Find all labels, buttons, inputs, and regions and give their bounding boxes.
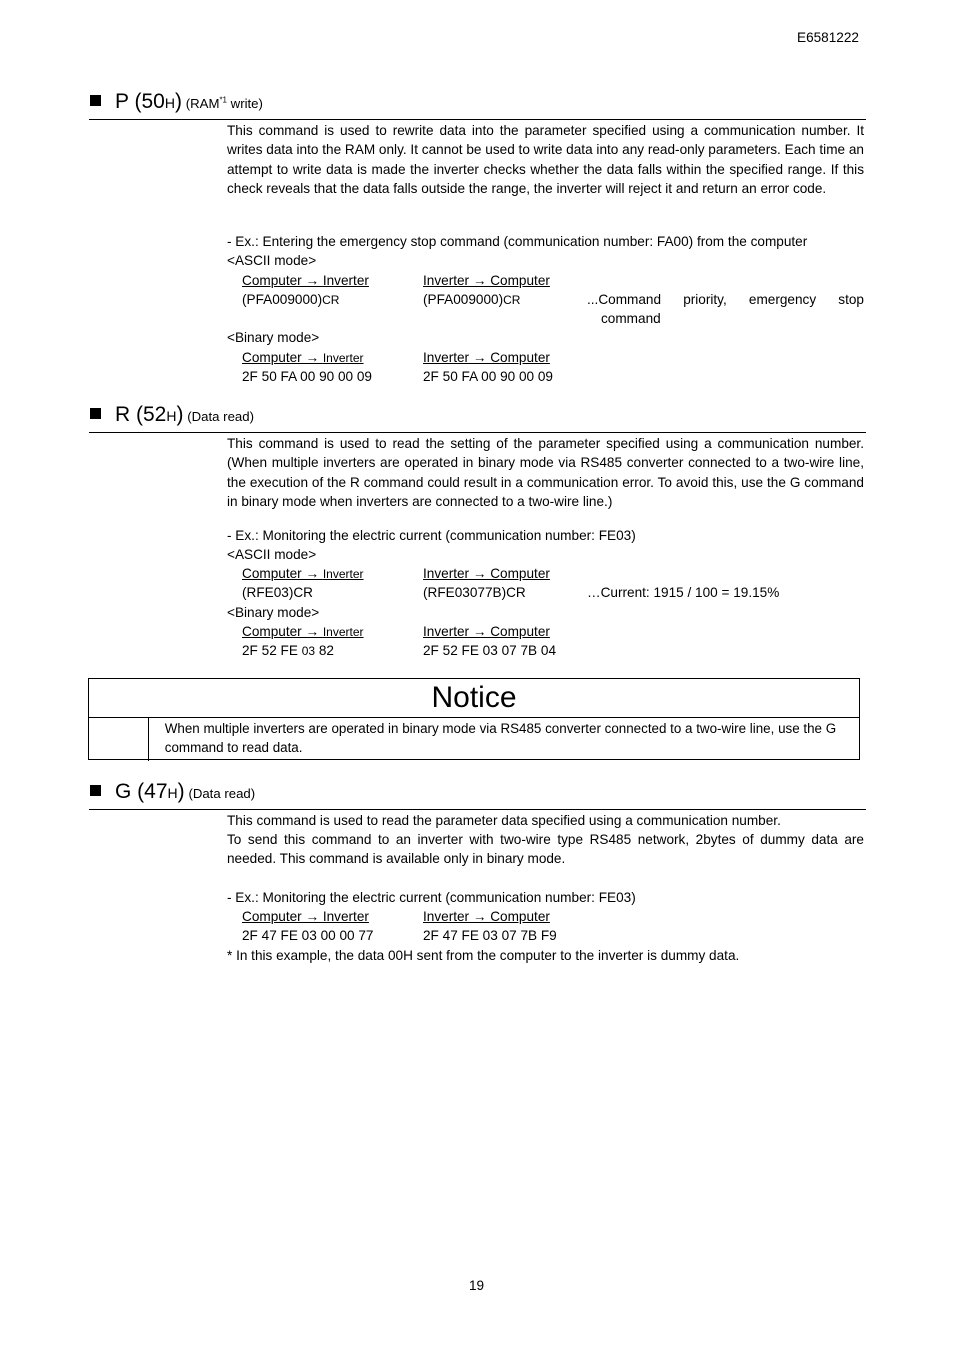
ascii-sent-value: (PFA009000)CR: [242, 290, 339, 310]
header-text: Inverter: [322, 625, 364, 639]
hex-suffix: H: [164, 95, 175, 111]
column-header-inverter-to-computer: Inverter → Computer: [423, 566, 550, 581]
ascii-sent-value: (RFE03)CR: [242, 585, 313, 600]
example-title: - Ex.: Monitoring the electric current (…: [227, 890, 636, 905]
square-bullet-icon: [90, 785, 101, 796]
binary-response-value: 2F 50 FA 00 90 00 09: [423, 369, 553, 384]
subtitle-text: (RAM: [185, 96, 220, 111]
description: This command is used to read the setting…: [227, 436, 864, 510]
notice-text: When multiple inverters are operated in …: [164, 721, 837, 756]
cr-marker: CR: [503, 293, 521, 307]
footnote-marker: *1: [219, 95, 227, 105]
example-title: - Ex.: Monitoring the electric current (…: [227, 528, 636, 543]
command-subtitle: (Data read): [187, 409, 254, 424]
command-name: P (50: [115, 90, 165, 113]
column-header-computer-to-inverter: Computer → Inverter: [242, 564, 364, 584]
value-text: 82: [315, 643, 334, 658]
command-name: G (47: [115, 780, 168, 803]
note-word: command: [601, 311, 661, 327]
note-word: emergency: [748, 292, 817, 307]
binary-sent-value: 2F 50 FA 00 90 00 09: [242, 369, 372, 384]
description: To send this command to an inverter with…: [227, 832, 864, 867]
ascii-note: …Current: 1915 / 100 = 19.15%: [587, 585, 780, 600]
binary-sent-value: 2F 47 FE 03 00 00 77: [242, 928, 374, 943]
notice-box: Notice When multiple inverters are opera…: [88, 678, 860, 761]
mode-label: <Binary mode>: [227, 605, 320, 620]
description: This command is used to rewrite data int…: [227, 123, 864, 197]
section-heading-r: R (52H) (Data read): [90, 403, 254, 427]
binary-sent-value: 2F 52 FE 03 82: [242, 641, 334, 661]
cr-marker: CR: [322, 293, 340, 307]
column-header-inverter-to-computer: Inverter → Computer: [423, 273, 550, 288]
header-text: Computer →: [242, 566, 323, 581]
value-text: (PFA009000): [242, 292, 323, 307]
ascii-note: ...Command priority, emergency stop comm…: [587, 290, 864, 329]
header-text: Computer →: [242, 350, 323, 365]
note-word: stop: [838, 292, 864, 307]
hex-suffix: H: [166, 408, 177, 424]
column-header-computer-to-inverter: Computer → Inverter: [242, 909, 369, 924]
header-text: Inverter: [322, 351, 364, 365]
heading-rule: [89, 432, 866, 433]
value-text: (PFA009000): [423, 292, 504, 307]
paren-close: ): [176, 403, 184, 426]
paren-close: ): [174, 90, 182, 113]
paren-close: ): [177, 780, 185, 803]
page-number: 19: [469, 1278, 485, 1293]
hex-suffix: H: [167, 785, 178, 801]
note-word: ...Command: [587, 292, 662, 307]
command-subtitle: (Data read): [188, 786, 256, 801]
column-header-inverter-to-computer: Inverter → Computer: [423, 909, 550, 924]
command-subtitle: (RAM*1 write): [186, 96, 263, 111]
binary-response-value: 2F 52 FE 03 07 7B 04: [423, 643, 557, 658]
note-word: priority,: [683, 292, 727, 307]
column-header-computer-to-inverter: Computer → Inverter: [242, 622, 364, 642]
column-header-computer-to-inverter: Computer → Inverter: [242, 348, 364, 368]
ascii-response-value: (PFA009000)CR: [423, 290, 520, 310]
document-id: E6581222: [797, 30, 859, 45]
value-text: 03: [301, 644, 316, 658]
notice-body: When multiple inverters are operated in …: [89, 718, 859, 761]
footnote: * In this example, the data 00H sent fro…: [227, 948, 740, 963]
column-header-inverter-to-computer: Inverter → Computer: [423, 624, 550, 639]
column-header-computer-to-inverter: Computer → Inverter: [242, 273, 369, 288]
notice-title: Notice: [89, 679, 859, 718]
header-text: Computer →: [242, 624, 323, 639]
section-heading-p: P (50H) (RAM*1 write): [90, 90, 263, 114]
mode-label: <ASCII mode>: [227, 253, 317, 268]
value-text: 2F 52 FE: [242, 643, 302, 658]
description: This command is used to read the paramet…: [227, 813, 781, 828]
square-bullet-icon: [90, 408, 101, 419]
square-bullet-icon: [90, 95, 101, 106]
command-name: R (52: [115, 403, 167, 426]
column-header-inverter-to-computer: Inverter → Computer: [423, 350, 550, 365]
mode-label: <Binary mode>: [227, 330, 320, 345]
subtitle-text: write): [227, 96, 263, 111]
notice-icon-cell: [89, 718, 149, 761]
example-title: - Ex.: Entering the emergency stop comma…: [227, 234, 808, 249]
section-heading-g: G (47H) (Data read): [90, 780, 255, 804]
mode-label: <ASCII mode>: [227, 547, 317, 562]
header-text: Inverter: [322, 567, 364, 581]
binary-response-value: 2F 47 FE 03 07 7B F9: [423, 928, 557, 943]
heading-rule: [89, 119, 866, 120]
ascii-response-value: (RFE03077B)CR: [423, 585, 526, 600]
heading-rule: [89, 809, 866, 810]
